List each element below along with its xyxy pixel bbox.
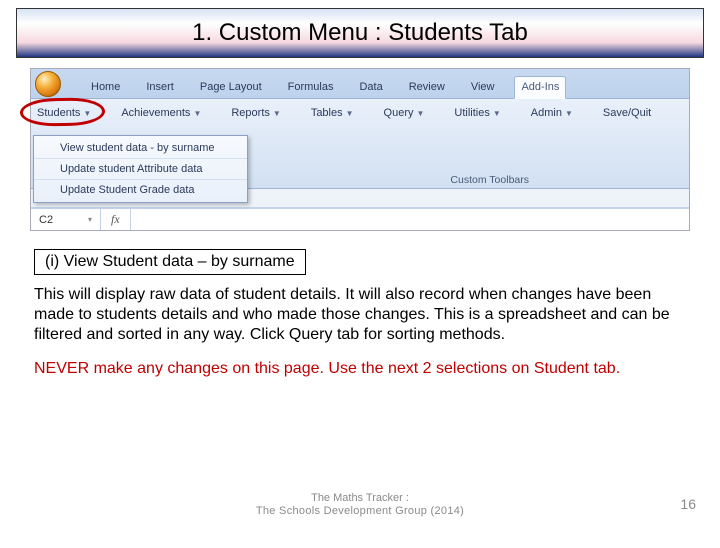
- office-button-icon[interactable]: [35, 71, 61, 97]
- fx-icon[interactable]: fx: [101, 209, 131, 230]
- toolbar-button-tables[interactable]: Tables ▼: [311, 107, 354, 119]
- footer: The Maths Tracker : The Schools Developm…: [0, 492, 720, 518]
- ribbon-tab-row: Home Insert Page Layout Formulas Data Re…: [31, 69, 689, 99]
- toolbar-button-label: Tables: [311, 107, 343, 119]
- toolbar-button-label: Reports: [231, 107, 270, 119]
- ribbon-tab-review[interactable]: Review: [403, 77, 451, 98]
- ribbon-tab-home[interactable]: Home: [85, 77, 126, 98]
- chevron-down-icon: ▼: [565, 109, 573, 118]
- footer-line-1: The Maths Tracker :: [0, 492, 720, 505]
- chevron-down-icon: ▼: [273, 109, 281, 118]
- ribbon-group-label: Custom Toolbars: [450, 174, 529, 186]
- name-box[interactable]: C2 ▾: [31, 209, 101, 230]
- ribbon-tab-view[interactable]: View: [465, 77, 501, 98]
- toolbar-button-label: Query: [384, 107, 414, 119]
- toolbar-button-students[interactable]: Students ▼: [37, 107, 91, 119]
- toolbar-button-label: Students: [37, 107, 80, 119]
- chevron-down-icon: ▼: [346, 109, 354, 118]
- dropdown-item-update-attribute[interactable]: Update student Attribute data: [34, 159, 247, 180]
- toolbar-button-reports[interactable]: Reports ▼: [231, 107, 280, 119]
- dropdown-item-update-grade[interactable]: Update Student Grade data: [34, 180, 247, 200]
- ribbon-tab-page-layout[interactable]: Page Layout: [194, 77, 268, 98]
- ribbon-tab-formulas[interactable]: Formulas: [282, 77, 340, 98]
- chevron-down-icon: ▾: [88, 215, 92, 224]
- students-dropdown: View student data - by surname Update st…: [33, 135, 248, 203]
- ribbon-body: Students ▼ Achievements ▼ Reports ▼ Tabl…: [31, 99, 689, 189]
- toolbar-button-label: Achievements: [121, 107, 190, 119]
- chevron-down-icon: ▼: [417, 109, 425, 118]
- toolbar-button-label: Save/Quit: [603, 107, 651, 119]
- ribbon-tab-add-ins[interactable]: Add-Ins: [514, 76, 566, 99]
- slide-title-text: 1. Custom Menu : Students Tab: [192, 19, 528, 47]
- formula-bar-row: C2 ▾ fx: [31, 208, 689, 230]
- page-number: 16: [680, 496, 696, 512]
- toolbar-button-save-quit[interactable]: Save/Quit: [603, 107, 651, 119]
- body-paragraph-warning: NEVER make any changes on this page. Use…: [34, 359, 686, 379]
- footer-line-2: The Schools Development Group (2014): [0, 505, 720, 518]
- toolbar-button-label: Admin: [531, 107, 562, 119]
- subheading-box: (i) View Student data – by surname: [34, 249, 306, 275]
- dropdown-item-view-student-data[interactable]: View student data - by surname: [34, 138, 247, 159]
- toolbar-button-achievements[interactable]: Achievements ▼: [121, 107, 201, 119]
- chevron-down-icon: ▼: [83, 109, 91, 118]
- ribbon-tab-data[interactable]: Data: [353, 77, 388, 98]
- toolbar-button-query[interactable]: Query ▼: [384, 107, 425, 119]
- slide-title-banner: 1. Custom Menu : Students Tab: [16, 8, 704, 58]
- name-box-value: C2: [39, 214, 53, 226]
- chevron-down-icon: ▼: [493, 109, 501, 118]
- chevron-down-icon: ▼: [193, 109, 201, 118]
- body-paragraph-1: This will display raw data of student de…: [34, 285, 686, 345]
- ribbon-tab-insert[interactable]: Insert: [140, 77, 180, 98]
- toolbar-button-admin[interactable]: Admin ▼: [531, 107, 573, 119]
- toolbar-button-label: Utilities: [454, 107, 489, 119]
- excel-screenshot: Home Insert Page Layout Formulas Data Re…: [30, 68, 690, 231]
- toolbar-button-utilities[interactable]: Utilities ▼: [454, 107, 500, 119]
